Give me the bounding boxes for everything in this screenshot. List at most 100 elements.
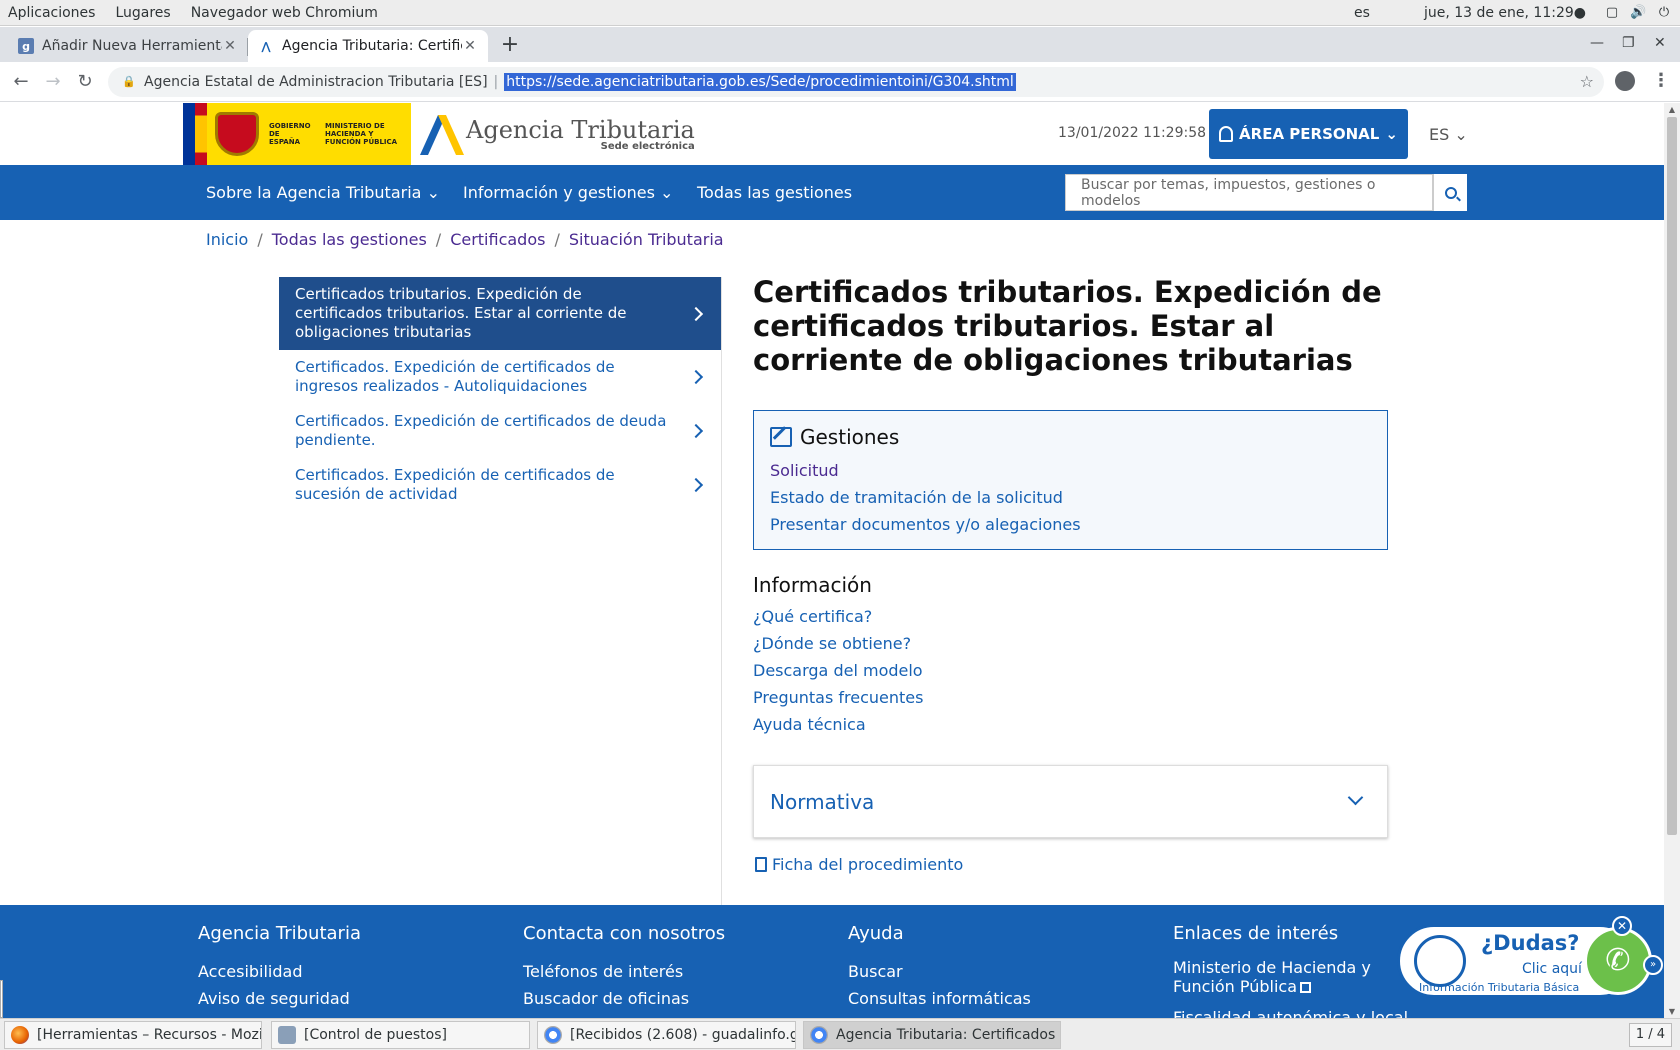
address-bar[interactable]: 🔒 Agencia Estatal de Administracion Trib… <box>108 67 1604 97</box>
new-tab-button[interactable]: + <box>496 32 524 60</box>
browser-toolbar: ← → ↻ 🔒 Agencia Estatal de Administracio… <box>0 62 1680 102</box>
scroll-down-icon[interactable]: ▼ <box>1664 1007 1680 1016</box>
search-button[interactable] <box>1433 174 1467 211</box>
footer-link-telefonos[interactable]: Teléfonos de interés <box>523 958 725 985</box>
places-menu[interactable]: Lugares <box>107 5 182 21</box>
normativa-accordion[interactable]: Normativa <box>753 765 1388 838</box>
footer-col-contacta: Contacta con nosotros Teléfonos de inter… <box>523 923 725 1012</box>
task-control-puestos[interactable]: [Control de puestos] <box>271 1021 530 1049</box>
profile-avatar-icon[interactable] <box>1615 71 1635 91</box>
footer-link-ministerio[interactable]: Ministerio de Hacienda y Función Pública <box>1173 958 1413 996</box>
dudas-label: Información Tributaria Básica <box>1419 981 1580 994</box>
side-item-label: Certificados. Expedición de certificados… <box>295 358 615 395</box>
back-icon[interactable]: ← <box>10 71 32 93</box>
side-item-label: Certificados tributarios. Expedición de … <box>295 285 627 341</box>
edit-icon <box>770 427 792 447</box>
nav-todas-las-gestiones[interactable]: Todas las gestiones <box>697 183 852 202</box>
footer-link-buscador-oficinas[interactable]: Buscador de oficinas <box>523 985 725 1012</box>
breadcrumb-situacion-tributaria[interactable]: Situación Tributaria <box>569 230 724 249</box>
forward-icon[interactable]: → <box>42 71 64 93</box>
gobierno-text: GOBIERNO DE ESPAÑA <box>269 122 311 146</box>
applications-menu[interactable]: Aplicaciones <box>0 5 107 21</box>
side-item-sucesion-actividad[interactable]: Certificados. Expedición de certificados… <box>279 458 721 512</box>
footer-link-fiscalidad[interactable]: Fiscalidad autonómica y local <box>1173 1004 1413 1018</box>
footer-heading: Ayuda <box>848 923 904 944</box>
chevron-down-icon: ⌄ <box>426 183 440 202</box>
close-window-icon[interactable]: ✕ <box>1654 35 1666 51</box>
info-descarga-modelo-link[interactable]: Descarga del modelo <box>753 657 923 684</box>
info-donde-obtiene-link[interactable]: ¿Dónde se obtiene? <box>753 630 923 657</box>
power-icon[interactable]: ⏻ <box>1656 5 1672 21</box>
breadcrumb-certificados[interactable]: Certificados <box>450 230 545 249</box>
app-icon <box>278 1026 296 1044</box>
header-datetime: 13/01/2022 11:29:58 <box>1058 125 1207 141</box>
area-personal-button[interactable]: ÁREA PERSONAL ⌄ <box>1209 109 1408 159</box>
info-ayuda-tecnica-link[interactable]: Ayuda técnica <box>753 711 923 738</box>
gestion-presentar-link[interactable]: Presentar documentos y/o alegaciones <box>770 511 1371 538</box>
expand-widget-icon[interactable]: » <box>1643 955 1663 975</box>
footer-heading: Enlaces de interés <box>1173 923 1339 944</box>
workspace-pager[interactable]: 1 / 4 <box>1628 1023 1672 1047</box>
lock-icon[interactable]: 🔒 <box>122 75 136 89</box>
clock[interactable]: jue, 13 de ene, 11:29● <box>1424 5 1586 21</box>
tab-anadir-herramienta[interactable]: g Añadir Nueva Herramienta ✕ <box>8 30 248 62</box>
breadcrumb-todas-gestiones[interactable]: Todas las gestiones <box>272 230 427 249</box>
gestion-estado-link[interactable]: Estado de tramitación de la solicitud <box>770 484 1371 511</box>
bookmark-star-icon[interactable]: ☆ <box>1580 72 1594 91</box>
footer-link-buscar[interactable]: Buscar <box>848 958 1031 985</box>
agencia-tributaria-logo[interactable]: Agencia Tributaria Sede electrónica <box>418 111 695 157</box>
chevron-down-icon: ⌄ <box>660 183 674 202</box>
gestion-solicitud-link[interactable]: Solicitud <box>770 457 1371 484</box>
search-icon <box>1444 186 1457 199</box>
nav-label: Sobre la Agencia Tributaria <box>206 183 422 202</box>
reload-icon[interactable]: ↻ <box>74 71 96 93</box>
dudas-help-widget[interactable]: ¿Dudas? Clic aquí Información Tributaria… <box>1397 916 1663 998</box>
footer-link-accesibilidad[interactable]: Accesibilidad <box>198 958 361 985</box>
scroll-up-icon[interactable]: ▲ <box>1664 105 1680 114</box>
restore-icon[interactable]: ❐ <box>1622 35 1635 51</box>
language-selector[interactable]: ES ⌄ <box>1429 125 1468 144</box>
side-item-deuda-pendiente[interactable]: Certificados. Expedición de certificados… <box>279 404 721 458</box>
window-icon[interactable]: ▢ <box>1604 5 1620 21</box>
task-gmail[interactable]: [Recibidos (2.608) - guadalinfo.guadalin… <box>537 1021 796 1049</box>
headset-agent-icon <box>1414 935 1466 987</box>
site-identity: Agencia Estatal de Administracion Tribut… <box>144 74 488 90</box>
info-preguntas-frecuentes-link[interactable]: Preguntas frecuentes <box>753 684 923 711</box>
footer-link-label: Ministerio de Hacienda y Función Pública <box>1173 958 1371 996</box>
tab-agencia-tributaria[interactable]: ⋀ Agencia Tributaria: Certificados ✕ <box>248 30 488 62</box>
side-item-estar-al-corriente[interactable]: Certificados tributarios. Expedición de … <box>279 277 721 350</box>
close-tab-icon[interactable]: ✕ <box>462 38 478 54</box>
site-search-input[interactable]: Buscar por temas, impuestos, gestiones o… <box>1065 174 1433 211</box>
chromium-app-menu[interactable]: Navegador web Chromium <box>183 5 390 21</box>
informacion-heading: Información <box>753 573 872 597</box>
task-firefox[interactable]: [Herramientas – Recursos - Mozilla Firef… <box>4 1021 262 1049</box>
scrollbar-thumb[interactable] <box>1667 117 1677 835</box>
page-scrollbar[interactable]: ▲ ▼ <box>1664 103 1680 1018</box>
main-navigation: Sobre la Agencia Tributaria ⌄ Informació… <box>0 165 1664 220</box>
document-icon <box>755 857 767 872</box>
tab-title: Agencia Tributaria: Certificados <box>282 38 462 54</box>
ficha-procedimiento-link[interactable]: Ficha del procedimiento <box>755 855 963 874</box>
nav-sobre-la-agencia[interactable]: Sobre la Agencia Tributaria ⌄ <box>206 183 440 202</box>
close-tab-icon[interactable]: ✕ <box>222 38 238 54</box>
tab-title: Añadir Nueva Herramienta <box>42 38 222 54</box>
close-widget-icon[interactable]: ✕ <box>1612 916 1632 936</box>
nav-informacion-gestiones[interactable]: Información y gestiones ⌄ <box>463 183 673 202</box>
browser-menu-icon[interactable]: ⋮ <box>1652 70 1670 91</box>
nav-label: Todas las gestiones <box>697 183 853 202</box>
keyboard-language[interactable]: es <box>1354 5 1370 21</box>
footer-link-aviso-seguridad[interactable]: Aviso de seguridad <box>198 985 361 1012</box>
spain-flag-icon <box>183 103 207 165</box>
volume-icon[interactable]: 🔊 <box>1630 5 1646 21</box>
footer-link-consultas[interactable]: Consultas informáticas <box>848 985 1031 1012</box>
browser-tab-strip: g Añadir Nueva Herramienta ✕ ⋀ Agencia T… <box>0 27 1680 62</box>
task-agencia-tributaria[interactable]: Agencia Tributaria: Certificados tributa… <box>803 1021 1061 1049</box>
side-item-ingresos-realizados[interactable]: Certificados. Expedición de certificados… <box>279 350 721 404</box>
breadcrumb-inicio[interactable]: Inicio <box>206 230 248 249</box>
gobierno-logo[interactable]: GOBIERNO DE ESPAÑA MINISTERIO DE HACIEND… <box>183 103 411 165</box>
url-text[interactable]: https://sede.agenciatributaria.gob.es/Se… <box>504 73 1016 91</box>
phone-icon[interactable]: ✆ <box>1584 927 1652 995</box>
chevron-right-icon <box>688 423 704 439</box>
info-que-certifica-link[interactable]: ¿Qué certifica? <box>753 603 923 630</box>
minimize-icon[interactable]: — <box>1590 35 1604 51</box>
